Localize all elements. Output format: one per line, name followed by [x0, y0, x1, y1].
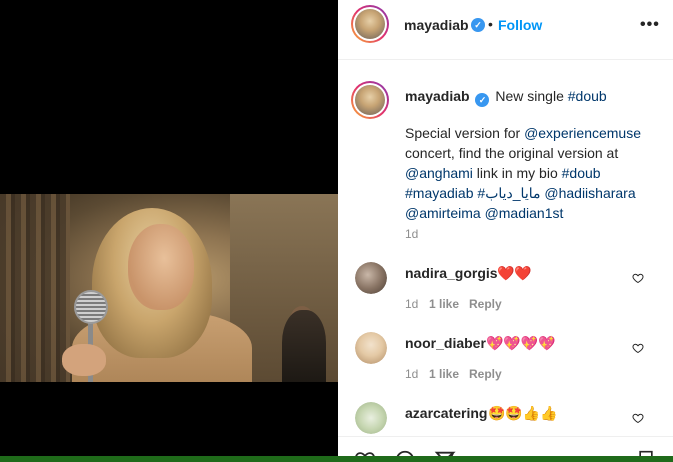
mention-anghami[interactable]: @anghami [405, 165, 473, 181]
post-media [0, 0, 338, 462]
caption-text-segment: link in my bio [472, 165, 562, 181]
caption-text-segment: Special version for [405, 125, 525, 141]
comment-username[interactable]: nadira_gorgis [405, 265, 498, 281]
hashtag-doub[interactable]: #doub [562, 165, 601, 181]
separator-dot: • [488, 16, 493, 32]
post-header: mayadiab ✓ • Follow ••• [338, 0, 673, 60]
caption-first-line: mayadiab ✓ New single #doub [405, 87, 607, 107]
mention-madian1st[interactable]: @madian1st [485, 205, 564, 221]
mention-amirteima[interactable]: @amirteima [405, 205, 481, 221]
caption-username[interactable]: mayadiab [405, 88, 470, 104]
post-side-panel: mayadiab ✓ • Follow ••• mayadiab ✓ New s… [338, 0, 673, 462]
comment-text: 💖💖💖💖 [486, 335, 556, 351]
comment-username[interactable]: noor_diaber [405, 335, 486, 351]
more-options-icon[interactable]: ••• [640, 16, 660, 34]
background-curtain [0, 194, 70, 382]
caption-timestamp[interactable]: 1d [405, 227, 418, 241]
comment-likes[interactable]: 1 like [429, 297, 459, 311]
hashtag-mayadiab[interactable]: #mayadiab [405, 185, 474, 201]
author-avatar[interactable] [351, 5, 389, 43]
instagram-post-modal: mayadiab ✓ • Follow ••• mayadiab ✓ New s… [0, 0, 673, 462]
comment-likes[interactable]: 1 like [429, 367, 459, 381]
caption-verified-badge-icon: ✓ [475, 93, 490, 107]
hashtag-doub[interactable]: #doub [568, 88, 607, 104]
mention-hadiisharara[interactable]: @hadiisharara [544, 185, 635, 201]
video-frame[interactable] [0, 194, 338, 382]
comment-reply-button[interactable]: Reply [469, 297, 502, 311]
caption-body: Special version for @experiencemuse conc… [405, 123, 655, 223]
taskbar-strip [0, 456, 673, 462]
caption-avatar[interactable] [351, 81, 389, 119]
singer-hand [62, 344, 106, 376]
caption-lead-text: New single [495, 88, 568, 104]
comment-text: 🤩🤩👍👍 [488, 405, 558, 421]
comment-time[interactable]: 1d [405, 297, 418, 311]
comment-time[interactable]: 1d [405, 367, 418, 381]
musician-figure [282, 310, 326, 382]
commenter-avatar[interactable] [355, 332, 387, 364]
heart-outline-icon[interactable] [632, 342, 644, 354]
commenter-avatar[interactable] [355, 402, 387, 434]
mention-experiencemuse[interactable]: @experiencemuse [524, 125, 641, 141]
author-username[interactable]: mayadiab [404, 17, 469, 33]
caption-text-segment: concert, find the original version at [405, 145, 619, 161]
microphone [74, 290, 108, 324]
commenter-avatar[interactable] [355, 262, 387, 294]
heart-outline-icon[interactable] [632, 272, 644, 284]
comment-reply-button[interactable]: Reply [469, 367, 502, 381]
hashtag-arabic[interactable]: #مايا_دياب [477, 185, 540, 201]
follow-button[interactable]: Follow [498, 17, 542, 33]
verified-badge-icon: ✓ [471, 18, 485, 32]
comment-username[interactable]: azarcatering [405, 405, 487, 421]
heart-outline-icon[interactable] [632, 412, 644, 424]
comment-text: ❤️❤️ [497, 265, 532, 281]
singer-face [128, 224, 194, 310]
